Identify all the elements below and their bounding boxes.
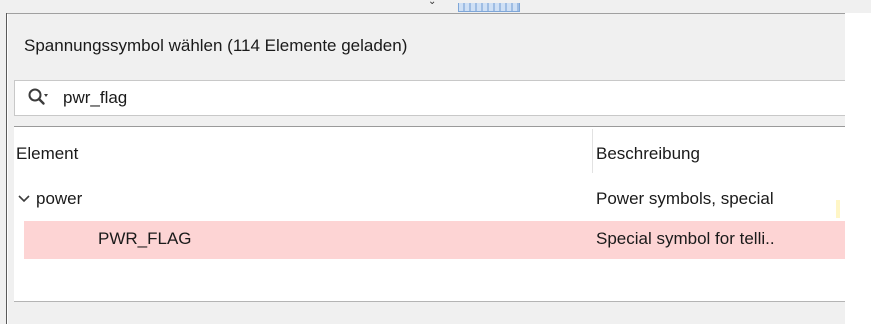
chevron-down-icon[interactable] bbox=[16, 191, 32, 207]
window-left-edge bbox=[0, 13, 7, 324]
tree-bottom-border bbox=[14, 301, 845, 324]
search-input[interactable]: pwr_flag bbox=[63, 88, 127, 108]
tree-row-power[interactable]: power Power symbols, special bbox=[14, 181, 835, 219]
window-right-edge bbox=[845, 13, 871, 324]
search-icon[interactable] bbox=[27, 87, 49, 109]
description-cell: Special symbol for telli.. bbox=[596, 229, 775, 248]
column-header-description[interactable]: Beschreibung bbox=[596, 144, 700, 164]
element-cell: PWR_FLAG bbox=[98, 229, 192, 248]
column-header-element[interactable]: Element bbox=[16, 144, 78, 164]
chevron-down-icon: ⌄ bbox=[428, 0, 437, 7]
search-field[interactable]: pwr_flag bbox=[14, 80, 845, 116]
tree-header: Element Beschreibung bbox=[14, 127, 845, 173]
element-cell: power bbox=[36, 189, 83, 208]
description-overflow-marker bbox=[836, 200, 840, 218]
column-divider[interactable] bbox=[592, 129, 593, 173]
tree-row-pwr-flag[interactable]: PWR_FLAG Special symbol for telli.. bbox=[24, 221, 845, 259]
symbol-tree[interactable]: Element Beschreibung power Power symbols… bbox=[14, 126, 845, 302]
dialog-title: Spannungssymbol wählen (114 Elemente gel… bbox=[24, 36, 408, 55]
background-scroll-thumb bbox=[458, 3, 520, 12]
description-cell: Power symbols, special bbox=[596, 189, 774, 208]
background-window-strip: ⌄ bbox=[0, 0, 871, 14]
